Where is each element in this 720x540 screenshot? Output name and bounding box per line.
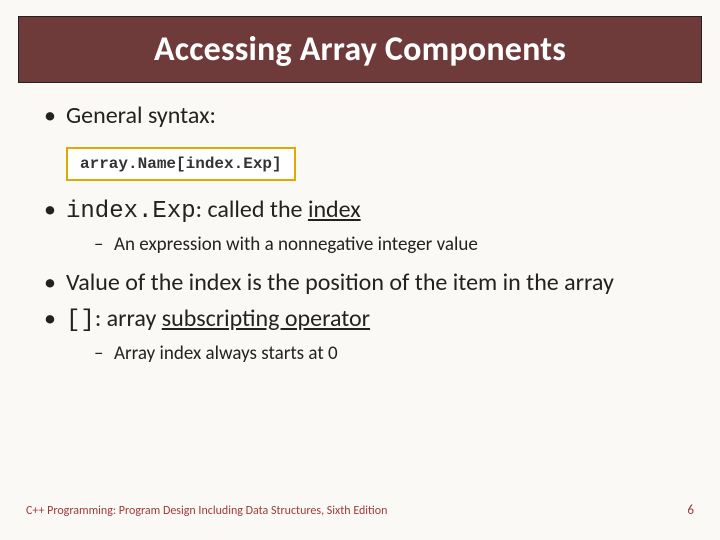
subbullet-text: An expression with a nonnegative integer… [114, 233, 478, 256]
syntax-code-box: array.Name[index.Exp] [66, 147, 296, 181]
bullet-value-of-index: Value of the index is the position of th… [44, 268, 692, 298]
footer: C++ Programming: Program Design Includin… [0, 503, 720, 540]
underlined-term: index [308, 195, 361, 224]
subbullet-text: Array index always starts at 0 [114, 342, 338, 365]
bullet-general-syntax: General syntax: [44, 101, 692, 131]
title-band: Accessing Array Components [18, 16, 702, 83]
bullet-subscripting-operator: []: array subscripting operator Array in… [44, 304, 692, 367]
slide-body: General syntax: array.Name[index.Exp] in… [0, 83, 720, 503]
bullet-text: : array [95, 304, 162, 333]
code-inline: index.Exp [66, 198, 196, 225]
code-text: array.Name[index.Exp] [80, 155, 282, 173]
bullet-indexexp: index.Exp: called the index An expressio… [44, 195, 692, 258]
bullet-text: Value of the index is the position of th… [66, 268, 614, 297]
footer-text: C++ Programming: Program Design Includin… [26, 504, 387, 518]
slide-title: Accessing Array Components [29, 29, 691, 70]
bullet-text: : called the [196, 195, 308, 224]
subbullet: An expression with a nonnegative integer… [94, 233, 692, 258]
slide: Accessing Array Components General synta… [0, 0, 720, 540]
bullet-text: General syntax: [66, 101, 216, 130]
underlined-term: subscripting operator [162, 304, 370, 333]
subbullet: Array index always starts at 0 [94, 342, 692, 367]
code-inline: [] [66, 307, 95, 334]
page-number: 6 [687, 503, 694, 518]
